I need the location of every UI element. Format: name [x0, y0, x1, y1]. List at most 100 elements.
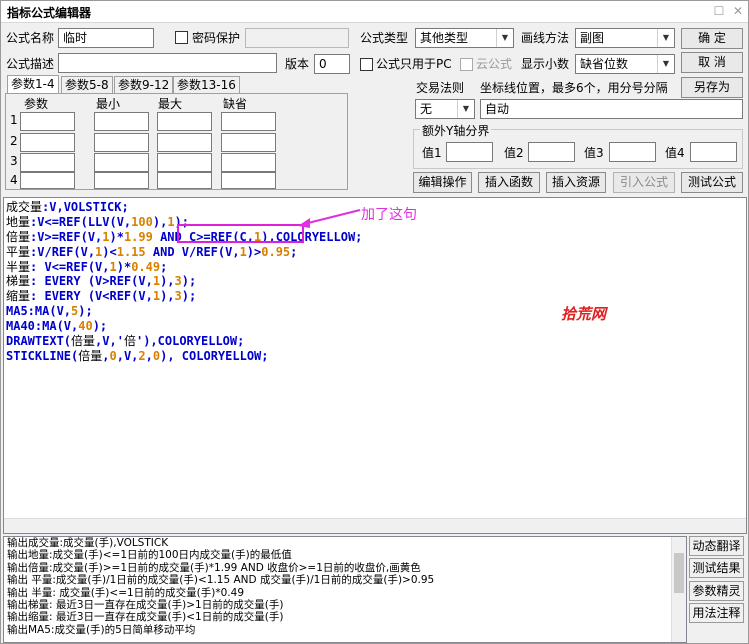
code-line: DRAWTEXT(倍量,V,'倍'),COLORYELLOW; — [6, 334, 362, 349]
code-token: 地量 — [6, 214, 31, 229]
param-1-default[interactable] — [221, 112, 276, 131]
param-2-name[interactable] — [20, 133, 75, 152]
param-3-max[interactable] — [157, 153, 212, 172]
code-token: 倍 — [123, 334, 136, 349]
title-bar: 指标公式编辑器 ☐ ✕ — [1, 1, 748, 23]
formula-editor-window: 指标公式编辑器 ☐ ✕ 公式名称 临时 密码保护 公式类型 其他类型 ▼ 画线方… — [0, 0, 749, 644]
y-axis-group: 额外Y轴分界 值1 值2 值3 值4 — [413, 122, 743, 169]
vertical-scrollbar[interactable] — [671, 537, 686, 642]
code-line: MA5:MA(V,5); — [6, 304, 362, 319]
password-input[interactable] — [245, 28, 349, 48]
param-3-min[interactable] — [94, 153, 149, 172]
cloud-checkbox[interactable] — [460, 58, 473, 71]
code-token: MA5:MA(V, — [6, 304, 72, 319]
y-value-2-input[interactable] — [528, 142, 575, 162]
y-value-3-input[interactable] — [609, 142, 656, 162]
param-1-name[interactable] — [20, 112, 75, 131]
y-value-4-input[interactable] — [690, 142, 737, 162]
code-line: 梯量: EVERY (V>REF(V,1),3); — [6, 274, 362, 289]
dynamic-translate-button[interactable]: 动态翻译 — [689, 536, 744, 556]
param-3-default[interactable] — [221, 153, 276, 172]
code-token: 1 — [102, 229, 110, 244]
code-token: :V>=REF(V, — [30, 229, 103, 244]
restore-icon[interactable]: ☐ — [712, 4, 726, 18]
code-token: 1 — [152, 274, 161, 289]
code-line: 缩量: EVERY (V<REF(V,1),3); — [6, 289, 362, 304]
chevron-down-icon: ▼ — [657, 55, 674, 73]
code-token: '),COLORYELLOW; — [135, 334, 245, 349]
param-2-max[interactable] — [157, 133, 212, 152]
tab-params-1-4[interactable]: 参数1-4 — [7, 75, 59, 93]
param-4-max[interactable] — [157, 172, 212, 189]
code-token: ); — [92, 319, 108, 334]
code-line: MA40:MA(V,40); — [6, 319, 362, 334]
tab-params-5-8[interactable]: 参数5-8 — [61, 76, 113, 93]
close-icon[interactable]: ✕ — [731, 4, 745, 18]
code-token: 倍量 — [78, 348, 103, 363]
name-label: 公式名称 — [6, 31, 55, 45]
output-line: 输出缩量: 最近3日一直存在成交量(手)<1日前的成交量(手) — [7, 611, 284, 624]
param-wizard-button[interactable]: 参数精灵 — [689, 581, 744, 601]
tab-params-13-16[interactable]: 参数13-16 — [173, 76, 240, 93]
params-panel: 参数 最小 最大 缺省 1 2 3 4 — [5, 93, 348, 190]
code-token: 1 — [167, 214, 175, 229]
save-as-button[interactable]: 另存为 — [681, 77, 743, 98]
param-2-min[interactable] — [94, 133, 149, 152]
horizontal-scrollbar[interactable] — [4, 518, 746, 533]
insert-resource-button[interactable]: 插入资源 — [546, 172, 606, 193]
y-value-1-input[interactable] — [446, 142, 493, 162]
param-4-default[interactable] — [221, 172, 276, 189]
param-4-min[interactable] — [94, 172, 149, 189]
test-result-button[interactable]: 测试结果 — [689, 558, 744, 578]
decimals-select[interactable]: 缺省位数 ▼ — [575, 54, 675, 74]
code-token: STICKLINE( — [6, 348, 79, 363]
name-input[interactable]: 临时 — [58, 28, 154, 48]
version-input[interactable]: 0 — [314, 54, 350, 74]
code-token: 1 — [239, 244, 247, 259]
cancel-button[interactable]: 取 消 — [681, 52, 743, 73]
test-formula-button[interactable]: 测试公式 — [681, 172, 743, 193]
scrollbar-thumb[interactable] — [674, 553, 684, 593]
type-select[interactable]: 其他类型 ▼ — [415, 28, 514, 48]
param-4-name[interactable] — [20, 172, 75, 189]
code-token: 1 — [152, 289, 161, 304]
param-row-label: 2 — [10, 134, 18, 148]
code-token: 100 — [131, 214, 153, 229]
output-line: 输出MA5:成交量(手)的5日简单移动平均 — [7, 623, 196, 636]
output-line: 输出倍量:成交量(手)>=1日前的成交量(手)*1.99 AND 收盘价>=1日… — [7, 561, 421, 574]
param-row-label: 3 — [10, 154, 18, 168]
trade-rule-select[interactable]: 无 ▼ — [415, 99, 475, 119]
code-token: 0 — [109, 348, 117, 363]
insert-func-button[interactable]: 插入函数 — [478, 172, 540, 193]
coord-input[interactable]: 自动 — [480, 99, 743, 119]
ok-button[interactable]: 确 定 — [681, 28, 743, 49]
edit-ops-button[interactable]: 编辑操作 — [413, 172, 472, 193]
param-1-min[interactable] — [94, 112, 149, 131]
code-token: 半量 — [6, 259, 31, 274]
output-line: 输出梯量: 最近3日一直存在成交量(手)>1日前的成交量(手) — [7, 599, 284, 612]
usage-notes-button[interactable]: 用法注释 — [689, 603, 744, 623]
code-token: 0.49 — [131, 259, 161, 274]
draw-select[interactable]: 副图 ▼ — [575, 28, 675, 48]
code-token: 倍量 — [71, 334, 96, 349]
param-3-name[interactable] — [20, 153, 75, 172]
password-checkbox[interactable] — [175, 31, 188, 44]
draw-select-value: 副图 — [580, 31, 605, 45]
desc-input[interactable] — [58, 53, 277, 73]
y-value-2-label: 值2 — [504, 146, 524, 160]
code-editor[interactable]: 成交量:V,VOLSTICK; 地量:V<=REF(LLV(V,100),1); 倍… — [3, 197, 747, 534]
param-1-max[interactable] — [157, 112, 212, 131]
output-panel: 输出成交量:成交量(手),VOLSTICK 输出地量:成交量(手)<=1日前的10… — [3, 536, 687, 643]
tab-params-9-12[interactable]: 参数9-12 — [114, 76, 174, 93]
chevron-down-icon: ▼ — [657, 29, 674, 47]
desc-label: 公式描述 — [6, 57, 55, 71]
code-token: ; — [160, 259, 168, 274]
import-formula-button[interactable]: 引入公式 — [613, 172, 675, 193]
chevron-down-icon: ▼ — [457, 100, 474, 118]
param-2-default[interactable] — [221, 133, 276, 152]
pc-only-checkbox[interactable] — [360, 58, 373, 71]
trade-rule-label: 交易法则 — [416, 81, 465, 95]
y-value-1-label: 值1 — [422, 146, 442, 160]
output-line: 输出成交量:成交量(手),VOLSTICK — [7, 537, 169, 549]
password-label: 密码保护 — [192, 31, 241, 45]
